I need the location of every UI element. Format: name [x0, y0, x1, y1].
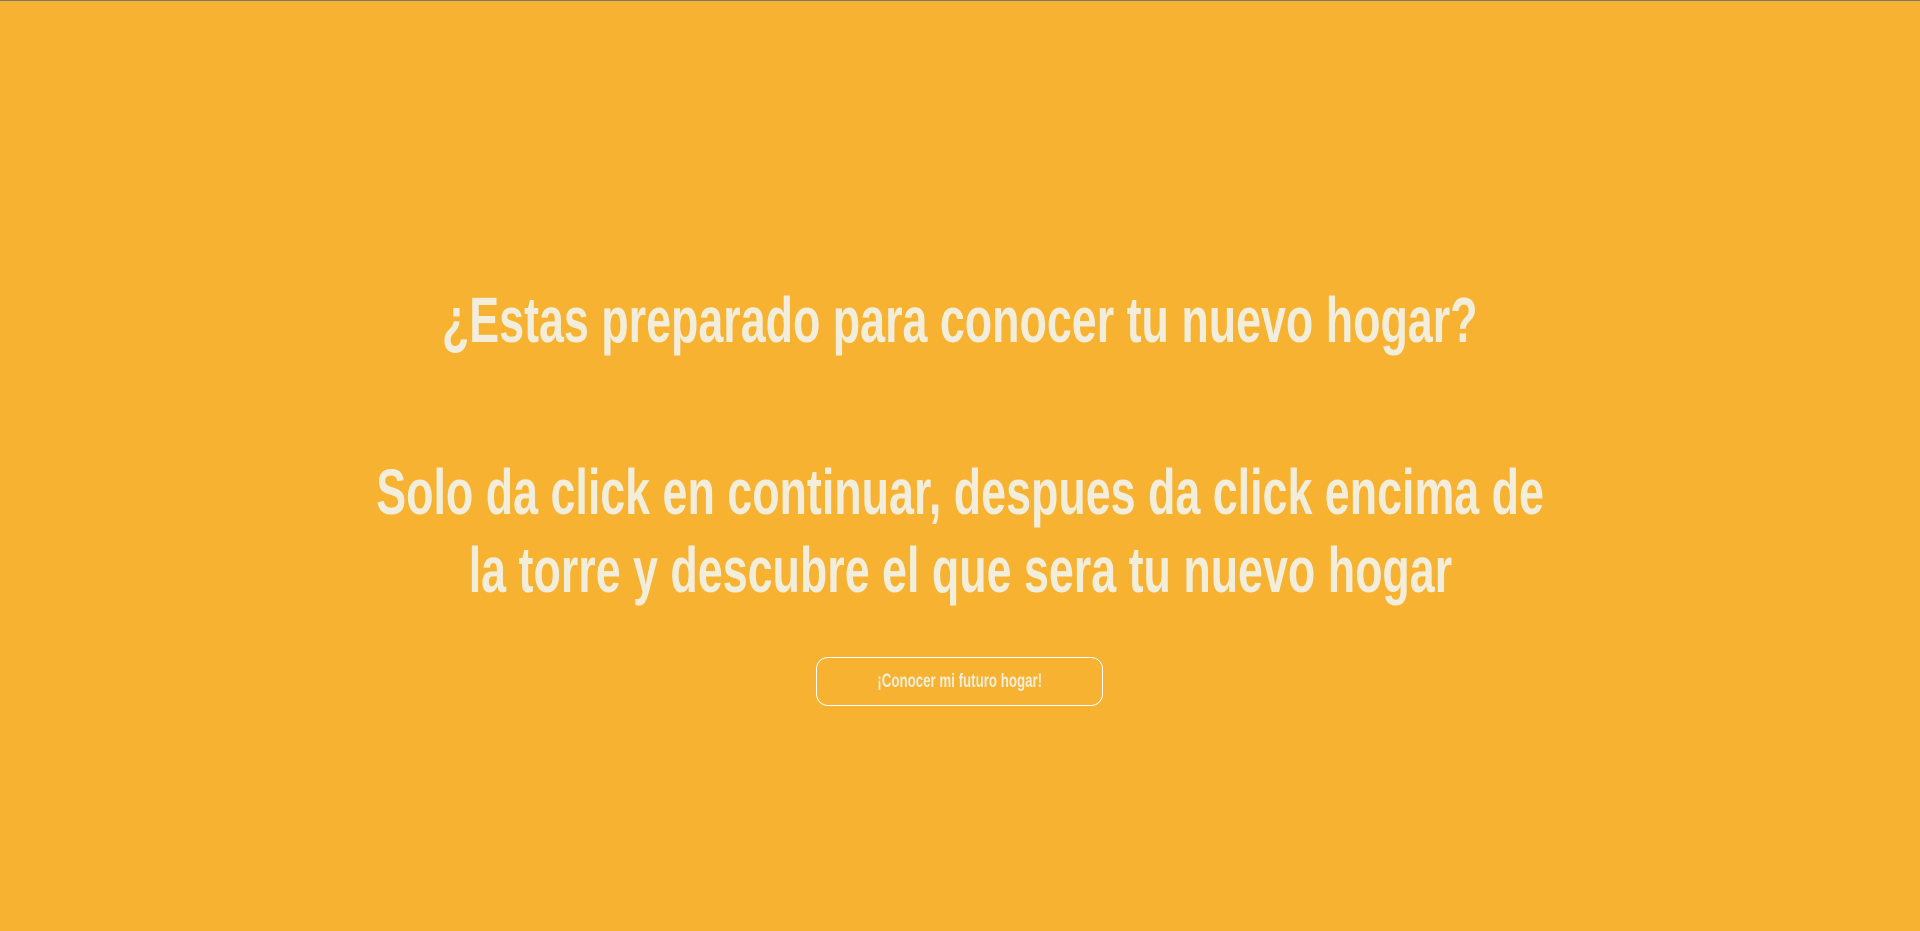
instructions: Solo da click en continuar, despues da c… — [0, 453, 1920, 609]
heading-text: ¿Estas preparado para conocer tu nuevo h… — [442, 284, 1478, 356]
button-label: ¡Conocer mi futuro hogar! — [877, 670, 1042, 692]
instructions-line-1: Solo da click en continuar, despues da c… — [376, 456, 1544, 528]
page-heading: ¿Estas preparado para conocer tu nuevo h… — [0, 283, 1920, 357]
instructions-line-2: la torre y descubre el que sera tu nuevo… — [468, 534, 1452, 606]
discover-home-button[interactable]: ¡Conocer mi futuro hogar! — [816, 657, 1103, 706]
